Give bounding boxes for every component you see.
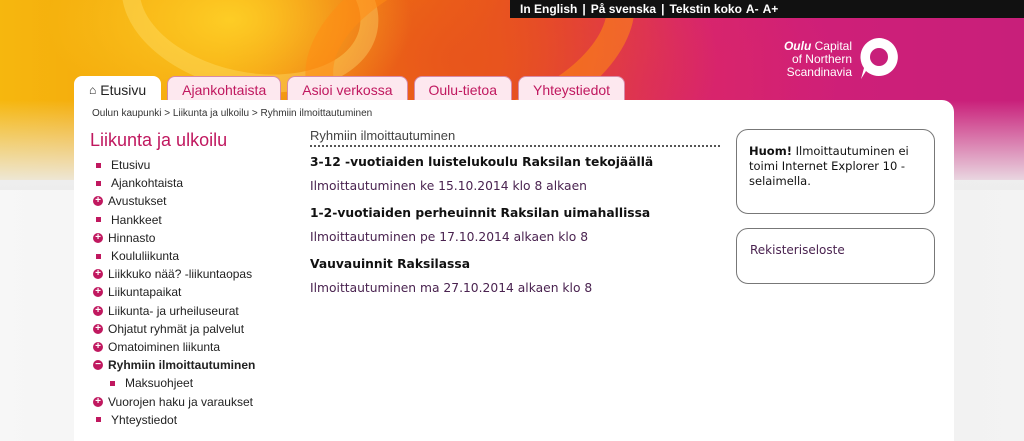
separator: | [582, 2, 586, 16]
sidebar-item-label: Liikunta- ja urheiluseurat [108, 303, 239, 318]
tab-label: Ajankohtaista [182, 81, 267, 98]
bullet-square-icon [96, 162, 101, 168]
tab-asioi-verkossa[interactable]: Asioi verkossa [287, 76, 408, 102]
bullet-square-icon [96, 417, 101, 423]
event-registration-link[interactable]: Ilmoittautuminen pe 17.10.2014 alkaen kl… [310, 230, 720, 257]
tab-yhteystiedot[interactable]: Yhteystiedot [517, 76, 626, 102]
bullet-square-icon [96, 180, 101, 186]
sidebar-item-label: Hankkeet [111, 212, 162, 227]
oulu-logo[interactable]: Oulu Capital of Northern Scandinavia [760, 36, 900, 86]
home-icon: ⌂ [89, 82, 97, 97]
sidebar-item-avustukset[interactable]: + Avustukset [93, 192, 255, 210]
tab-label: Etusivu [100, 81, 147, 98]
speech-bubble-logo-icon [860, 38, 898, 79]
sidebar-item-etusivu[interactable]: Etusivu [93, 156, 255, 174]
bullet-square-icon [96, 217, 101, 223]
utility-bar: In English | På svenska | Tekstin koko A… [510, 0, 1024, 18]
sidebar-item-yhteystiedot[interactable]: Yhteystiedot [93, 411, 255, 429]
tab-label: Oulu-tietoa [428, 81, 497, 98]
sidebar-nav: Etusivu Ajankohtaista + Avustukset Hankke… [93, 156, 255, 429]
sidebar-item-ajankohtaista[interactable]: Ajankohtaista [93, 174, 255, 192]
event-registration-link[interactable]: Ilmoittautuminen ma 27.10.2014 alkaen kl… [310, 281, 720, 308]
english-link[interactable]: In English [520, 2, 577, 16]
sidebar-item-label: Ryhmiin ilmoittautuminen [108, 358, 256, 373]
logo-text: Oulu Capital of Northern Scandinavia [784, 40, 852, 79]
sidebar-item-label: Etusivu [111, 158, 151, 173]
collapse-minus-icon[interactable]: − [93, 360, 103, 371]
breadcrumb-separator: > [164, 108, 173, 119]
sidebar-item-koululiikunta[interactable]: Koululiikunta [93, 247, 255, 265]
sidebar-item-label: Maksuohjeet [125, 376, 194, 391]
sidebar-item-label: Liikuntapaikat [108, 285, 182, 300]
expand-plus-icon[interactable]: + [93, 305, 103, 316]
section-title: Liikunta ja ulkoilu [90, 130, 228, 150]
text-size-label: Tekstin koko [669, 2, 742, 16]
sidebar-item-label: Avustukset [108, 194, 167, 209]
page-title: Ryhmiin ilmoittautuminen [310, 128, 720, 147]
sidebar-item-liikuntaopas[interactable]: + Liikkuko nää? -liikuntaopas [93, 265, 255, 283]
breadcrumb-item[interactable]: Liikunta ja ulkoilu [173, 108, 249, 119]
sidebar-item-label: Vuorojen haku ja varaukset [108, 394, 253, 409]
sidebar-item-label: Yhteystiedot [111, 412, 178, 427]
logo-line1: Capital [814, 39, 852, 53]
sidebar-item-label: Hinnasto [108, 230, 156, 245]
breadcrumb-current: Ryhmiin ilmoittautuminen [260, 108, 373, 119]
sidebar-item-ohjatut-ryhmat[interactable]: + Ohjatut ryhmät ja palvelut [93, 320, 255, 338]
main-tabs: ⌂ Etusivu Ajankohtaista Asioi verkossa O… [74, 76, 631, 102]
bullet-square-icon [96, 253, 101, 259]
sidebar-item-label: Koululiikunta [111, 249, 180, 264]
logo-line3: Scandinavia [786, 65, 852, 79]
sidebar-item-label: Ajankohtaista [111, 176, 184, 191]
breadcrumb: Oulun kaupunki > Liikunta ja ulkoilu > R… [92, 108, 372, 119]
tab-label: Yhteystiedot [532, 81, 611, 98]
sidebar-item-seurat[interactable]: + Liikunta- ja urheiluseurat [93, 302, 255, 320]
expand-plus-icon[interactable]: + [93, 232, 103, 243]
notice-box: Huom! Ilmoittautuminen ei toimi Internet… [736, 129, 935, 214]
main-content: Ryhmiin ilmoittautuminen 3-12 -vuotiaide… [310, 128, 720, 308]
sidebar-item-omatoiminen[interactable]: + Omatoiminen liikunta [93, 338, 255, 356]
sidebar-item-hinnasto[interactable]: + Hinnasto [93, 229, 255, 247]
tab-ajankohtaista[interactable]: Ajankohtaista [167, 76, 282, 102]
sidebar-item-maksuohjeet[interactable]: Maksuohjeet [93, 374, 255, 392]
tab-label: Asioi verkossa [302, 81, 393, 98]
event-title: 1-2-vuotiaiden perheuinnit Raksilan uima… [310, 206, 651, 220]
notice-heading: Huom! [749, 144, 792, 158]
sidebar-item-label: Liikkuko nää? -liikuntaopas [108, 267, 253, 282]
text-size-decrease-link[interactable]: A- [746, 2, 759, 16]
register-box: Rekisteriseloste [736, 228, 935, 284]
tab-etusivu[interactable]: ⌂ Etusivu [74, 76, 162, 102]
sidebar-item-label: Omatoiminen liikunta [108, 339, 221, 354]
sidebar-item-vuorojen-haku[interactable]: + Vuorojen haku ja varaukset [93, 392, 255, 410]
sidebar-item-ryhmiin-ilmoittautuminen[interactable]: − Ryhmiin ilmoittautuminen [93, 356, 255, 374]
expand-plus-icon[interactable]: + [93, 341, 103, 352]
separator: | [661, 2, 665, 16]
event-title: 3-12 -vuotiaiden luistelukoulu Raksilan … [310, 155, 654, 169]
logo-city: Oulu [783, 39, 812, 53]
event-registration-link[interactable]: Ilmoittautuminen ke 15.10.2014 klo 8 alk… [310, 179, 720, 206]
text-size-increase-link[interactable]: A+ [763, 2, 779, 16]
expand-plus-icon[interactable]: + [93, 323, 103, 334]
sidebar-item-label: Ohjatut ryhmät ja palvelut [108, 321, 245, 336]
sidebar-item-hankkeet[interactable]: Hankkeet [93, 211, 255, 229]
expand-plus-icon[interactable]: + [93, 287, 103, 298]
tab-oulu-tietoa[interactable]: Oulu-tietoa [413, 76, 512, 102]
sidebar-item-liikuntapaikat[interactable]: + Liikuntapaikat [93, 283, 255, 301]
register-link[interactable]: Rekisteriseloste [750, 243, 845, 257]
breadcrumb-item[interactable]: Oulun kaupunki [92, 108, 162, 119]
bullet-square-icon [110, 380, 115, 386]
expand-plus-icon[interactable]: + [93, 396, 103, 407]
expand-plus-icon[interactable]: + [93, 196, 103, 207]
event-title: Vauvauinnit Raksilassa [310, 257, 470, 271]
swedish-link[interactable]: På svenska [591, 2, 656, 16]
expand-plus-icon[interactable]: + [93, 269, 103, 280]
